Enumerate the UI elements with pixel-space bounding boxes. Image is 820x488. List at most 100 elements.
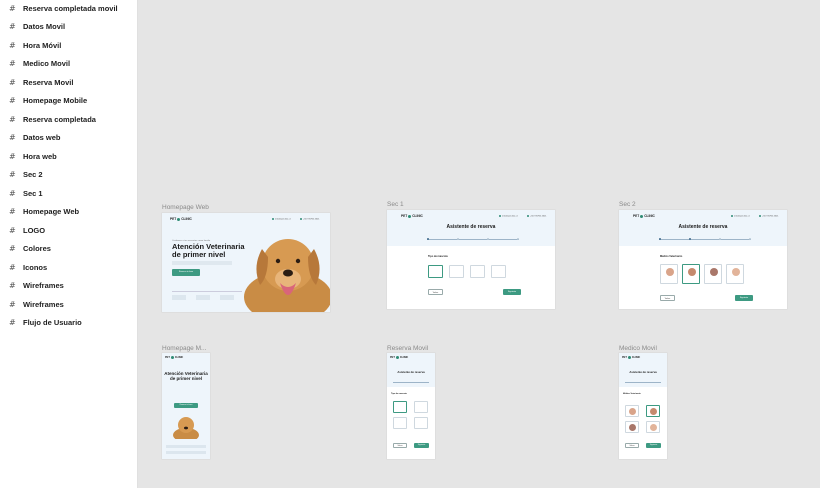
pet-type-title: Tipo de mascota <box>428 255 448 258</box>
layer-item[interactable]: # Homepage Web <box>0 204 138 220</box>
vet-card[interactable] <box>625 421 639 433</box>
hash-frame-icon: # <box>9 318 16 327</box>
email-contact: info@petclinic.cl <box>731 215 750 218</box>
layer-item[interactable]: # Medico Movil <box>0 56 138 72</box>
pet-option-bird[interactable] <box>491 265 506 278</box>
vet-card[interactable] <box>704 264 722 284</box>
layer-label: Reserva Movil <box>23 77 74 87</box>
logo: PET CLINIC <box>390 356 409 360</box>
frame-label-reserva-movil[interactable]: Reserva Movil <box>387 345 428 352</box>
vet-card[interactable] <box>646 421 660 433</box>
vet-title: Médico Veterinario <box>660 255 683 258</box>
hash-frame-icon: # <box>9 170 16 179</box>
next-button[interactable]: Siguiente <box>503 289 521 295</box>
pet-option-cat[interactable] <box>414 401 428 413</box>
step-dot <box>689 238 691 240</box>
design-canvas[interactable]: Homepage Web Sec 1 Sec 2 Homepage M... R… <box>138 0 820 488</box>
hash-frame-icon: # <box>9 281 16 290</box>
vet-card[interactable] <box>646 405 660 417</box>
hash-frame-icon: # <box>9 77 16 87</box>
progress-line <box>659 239 751 240</box>
layer-item[interactable]: # Reserva completada movil <box>0 0 138 16</box>
layer-label: Datos web <box>23 133 61 142</box>
logo: PET CLINIC <box>165 356 184 360</box>
layer-item[interactable]: # Sec 2 <box>0 167 138 183</box>
phone-contact: +56 9 8765 4321 <box>527 215 546 218</box>
step-dot <box>487 238 489 240</box>
email-contact: info@petclinic.cl <box>272 218 291 221</box>
vet-card[interactable] <box>625 405 639 417</box>
next-button[interactable]: Siguiente <box>414 443 429 448</box>
layer-label: Medico Movil <box>23 59 71 68</box>
hash-frame-icon: # <box>9 59 16 68</box>
vet-card[interactable] <box>660 264 678 284</box>
layer-item[interactable]: # Wireframes <box>0 278 138 294</box>
progress-line <box>427 239 519 240</box>
frame-reserva-movil[interactable]: PET CLINIC Asistente de reserva Tipo de m… <box>387 353 435 459</box>
pet-option-cat[interactable] <box>449 265 464 278</box>
frame-homepage-web[interactable]: PET CLINIC info@petclinic.cl +56 9 8765 4… <box>162 213 330 312</box>
frame-sec1[interactable]: PET CLINIC info@petclinic.cl +56 9 8765 4… <box>387 210 555 309</box>
hash-frame-icon: # <box>9 207 16 216</box>
layer-item[interactable]: # LOGO <box>0 222 138 238</box>
layer-item[interactable]: # Homepage Mobile <box>0 93 138 109</box>
layer-item[interactable]: # Reserva Movil <box>0 74 138 90</box>
pet-option-dog[interactable] <box>428 265 443 278</box>
layer-item[interactable]: # Iconos <box>0 259 138 275</box>
frame-label-medico-movil[interactable]: Medico Movil <box>619 345 657 352</box>
hash-frame-icon: # <box>9 133 16 142</box>
back-button[interactable]: Volver <box>660 295 675 301</box>
layer-label: Hora web <box>23 151 57 161</box>
frame-label-homepage-web[interactable]: Homepage Web <box>162 204 209 211</box>
logo: PET CLINIC <box>170 217 192 221</box>
back-button[interactable]: Volver <box>625 443 639 448</box>
layer-label: Reserva completada movil <box>23 3 118 13</box>
frame-sec2[interactable]: PET CLINIC info@petclinic.cl +56 9 8765 4… <box>619 210 787 309</box>
step-dot <box>749 238 751 240</box>
layer-item[interactable]: # Hora web <box>0 148 138 164</box>
layer-label: Hora Móvil <box>23 40 62 50</box>
hash-frame-icon: # <box>9 262 16 272</box>
info-block <box>220 295 234 300</box>
layer-item[interactable]: # Sec 1 <box>0 185 138 201</box>
layer-item[interactable]: # Datos web <box>0 130 138 146</box>
pet-option-rabbit[interactable] <box>393 417 407 429</box>
layer-label: Flujo de Usuario <box>23 318 82 327</box>
layer-label: Wireframes <box>23 281 64 290</box>
vet-card[interactable] <box>726 264 744 284</box>
progress-line <box>625 382 661 383</box>
hash-frame-icon: # <box>9 299 16 309</box>
email-contact: info@petclinic.cl <box>499 215 518 218</box>
step-dot <box>457 238 459 240</box>
layer-label: Homepage Mobile <box>23 96 88 105</box>
pet-option-rabbit[interactable] <box>470 265 485 278</box>
layer-item[interactable]: # Hora Móvil <box>0 37 138 53</box>
back-button[interactable]: Volver <box>393 443 407 448</box>
booking-title: Asistente de reserva <box>629 370 657 374</box>
frame-label-homepage-mobile[interactable]: Homepage M... <box>162 345 206 352</box>
info-block <box>196 295 210 300</box>
frame-label-sec2[interactable]: Sec 2 <box>619 201 636 208</box>
pet-option-bird[interactable] <box>414 417 428 429</box>
layer-item[interactable]: # Flujo de Usuario <box>0 315 138 331</box>
frame-homepage-mobile[interactable]: PET CLINIC Atención Veterinaria de primer… <box>162 353 210 459</box>
next-button[interactable]: Siguiente <box>646 443 661 448</box>
hero-reserve-button[interactable]: Reserva tu hora <box>174 403 198 408</box>
layer-item[interactable]: # Wireframes <box>0 296 138 312</box>
next-button[interactable]: Siguiente <box>735 295 753 301</box>
hash-frame-icon: # <box>9 244 16 253</box>
back-button[interactable]: Volver <box>428 289 443 295</box>
vet-card[interactable] <box>682 264 700 284</box>
logo: PET CLINIC <box>622 356 641 360</box>
hero-title: Atención Veterinaria de primer nivel <box>164 371 208 381</box>
layer-item[interactable]: # Datos Movil <box>0 19 138 35</box>
hero-reserve-button[interactable]: Reserva tu hora <box>172 269 200 276</box>
hash-frame-icon: # <box>9 96 16 105</box>
hash-frame-icon: # <box>9 225 16 235</box>
layer-item[interactable]: # Reserva completada <box>0 111 138 127</box>
layer-item[interactable]: # Colores <box>0 241 138 257</box>
booking-title: Asistente de reserva <box>678 224 728 230</box>
frame-label-sec1[interactable]: Sec 1 <box>387 201 404 208</box>
frame-medico-movil[interactable]: PET CLINIC Asistente de reserva Médico Ve… <box>619 353 667 459</box>
pet-option-dog[interactable] <box>393 401 407 413</box>
